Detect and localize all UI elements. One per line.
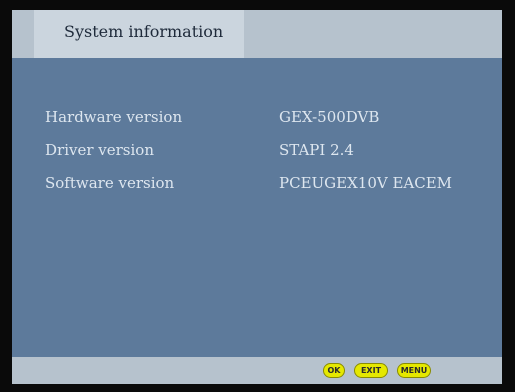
driver-version-label: Driver version [45, 141, 154, 159]
title-bar: System information [12, 10, 502, 58]
hardware-version-label: Hardware version [45, 108, 183, 126]
info-row-software: Software version PCEUGEX10V EACEM [12, 174, 502, 200]
hardware-version-value: GEX-500DVB [279, 108, 380, 126]
info-row-hardware: Hardware version GEX-500DVB [12, 108, 502, 134]
driver-version-value: STAPI 2.4 [279, 141, 354, 159]
footer-bar: OK EXIT MENU [12, 357, 502, 384]
software-version-label: Software version [45, 174, 175, 192]
menu-button[interactable]: MENU [397, 363, 431, 378]
software-version-value: PCEUGEX10V EACEM [279, 174, 453, 192]
ok-button[interactable]: OK [323, 363, 345, 378]
tv-screen: System information Hardware version GEX-… [0, 0, 515, 392]
page-title: System information [64, 22, 224, 41]
system-info-panel: System information Hardware version GEX-… [12, 10, 502, 384]
exit-button[interactable]: EXIT [354, 363, 388, 378]
info-row-driver: Driver version STAPI 2.4 [12, 141, 502, 167]
